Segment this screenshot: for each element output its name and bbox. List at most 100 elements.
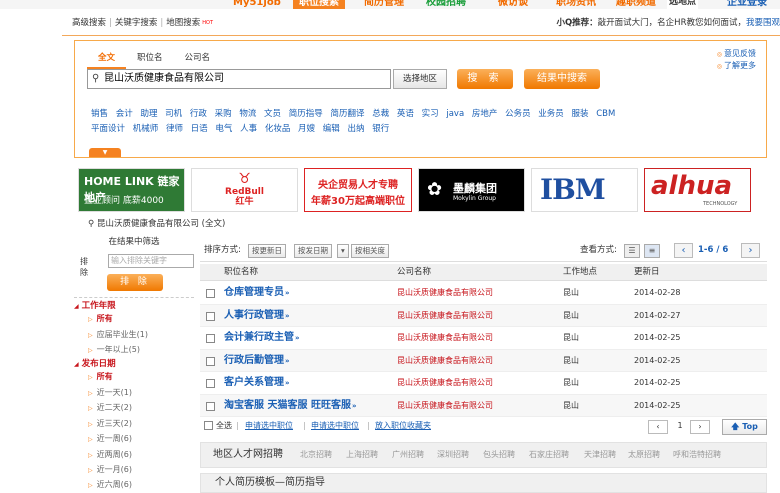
exclude-input[interactable]: 输入排除关键字 bbox=[108, 254, 194, 268]
select-all-label[interactable]: 全选 bbox=[216, 418, 232, 434]
keyword-link[interactable]: 房地产 bbox=[472, 109, 498, 119]
row-checkbox[interactable] bbox=[206, 289, 215, 298]
page-number-input[interactable]: 1 bbox=[670, 420, 690, 434]
filter-item[interactable]: 近两周(6) bbox=[88, 449, 132, 462]
filter-item[interactable]: 所有 bbox=[88, 313, 113, 326]
keyword-link[interactable]: 月嫂 bbox=[298, 124, 315, 134]
feedback-link[interactable]: 意见反馈 bbox=[717, 48, 756, 60]
sort-by-relevance-button[interactable]: 按相关度 bbox=[351, 244, 389, 258]
nav-company-login[interactable]: 企业登录 bbox=[727, 0, 767, 9]
keyword-link[interactable]: 物流 bbox=[239, 109, 256, 119]
sort-direction-icon[interactable]: ▾ bbox=[337, 244, 349, 258]
filter-group-post-date[interactable]: 发布日期 bbox=[74, 358, 116, 371]
keyword-link[interactable]: 编辑 bbox=[323, 124, 340, 134]
filter-item[interactable]: 近三天(2) bbox=[88, 418, 132, 431]
keyword-link[interactable]: 业务员 bbox=[538, 109, 564, 119]
tab-company-name[interactable]: 公司名 bbox=[174, 49, 222, 67]
apply-selected-link[interactable]: 申请选中职位 bbox=[245, 418, 293, 434]
search-in-results-button[interactable]: 结果中搜索 bbox=[524, 69, 600, 89]
company-link[interactable]: 昆山沃质健康食品有限公司 bbox=[397, 305, 493, 327]
search-input[interactable]: ⚲ 昆山沃质健康食品有限公司 bbox=[87, 69, 391, 89]
nav-career-news[interactable]: 职场资讯 bbox=[556, 0, 596, 9]
banner-homelink[interactable]: HOME LINK 链家地产 置业顾问 底薪4000 bbox=[78, 168, 185, 212]
nav-resume[interactable]: 简历管理 bbox=[364, 0, 404, 9]
learn-more-link[interactable]: 了解更多 bbox=[717, 60, 756, 72]
filter-item[interactable]: 近六周(6) bbox=[88, 479, 132, 492]
tab-map-search[interactable]: 地图搜索 bbox=[166, 12, 200, 34]
tab-job-name[interactable]: 职位名 bbox=[126, 49, 174, 67]
city-link[interactable]: 包头招聘 bbox=[483, 443, 515, 467]
tab-advanced-search[interactable]: 高级搜索 bbox=[72, 12, 106, 34]
keyword-link[interactable]: 会计 bbox=[116, 109, 133, 119]
banner-ibm[interactable]: IBM bbox=[531, 168, 638, 212]
nav-interview[interactable]: 微访谈 bbox=[498, 0, 528, 9]
keyword-link[interactable]: CBM bbox=[596, 109, 615, 119]
keyword-link[interactable]: 销售 bbox=[91, 109, 108, 119]
filter-item[interactable]: 近一月(6) bbox=[88, 464, 132, 477]
keyword-link[interactable]: 人事 bbox=[240, 124, 257, 134]
city-link[interactable]: 广州招聘 bbox=[392, 443, 424, 467]
keyword-link[interactable]: 英语 bbox=[397, 109, 414, 119]
resume-guide-bar[interactable]: 个人简历模板—简历指导 bbox=[200, 473, 767, 493]
row-checkbox[interactable] bbox=[206, 356, 215, 366]
prev-page-icon[interactable]: ‹ bbox=[648, 420, 668, 434]
keyword-link[interactable]: 简历指导 bbox=[289, 109, 323, 119]
job-title-link[interactable]: 行政后勤管理 bbox=[224, 350, 290, 372]
exclude-button[interactable]: 排 除 bbox=[107, 274, 163, 291]
nav-campus[interactable]: 校园招聘 bbox=[426, 0, 466, 9]
job-title-link[interactable]: 淘宝客服 天猫客服 旺旺客服 bbox=[224, 395, 357, 417]
row-checkbox[interactable] bbox=[206, 379, 215, 388]
job-title-link[interactable]: 人事行政管理 bbox=[224, 305, 290, 327]
filter-group-work-years[interactable]: 工作年限 bbox=[74, 300, 116, 313]
company-link[interactable]: 昆山沃质健康食品有限公司 bbox=[397, 327, 493, 349]
nav-fun-channel[interactable]: 趣职频道 bbox=[616, 0, 656, 9]
filter-item[interactable]: 一年以上(5) bbox=[88, 344, 140, 357]
tab-keyword-search[interactable]: 关键字搜索 bbox=[115, 12, 158, 34]
keyword-link[interactable]: 实习 bbox=[422, 109, 439, 119]
detail-view-icon[interactable]: ≡ bbox=[644, 244, 660, 258]
keyword-link[interactable]: 日语 bbox=[191, 124, 208, 134]
row-checkbox[interactable] bbox=[206, 311, 215, 321]
keyword-link[interactable]: 行政 bbox=[190, 109, 207, 119]
city-link[interactable]: 太原招聘 bbox=[628, 443, 660, 467]
city-link[interactable]: 天津招聘 bbox=[584, 443, 616, 467]
job-title-link[interactable]: 客户关系管理 bbox=[224, 372, 290, 394]
banner-central-trade[interactable]: 央企贸易人才专聘 年薪30万起高端职位 bbox=[304, 168, 412, 212]
keyword-link[interactable]: 采购 bbox=[215, 109, 232, 119]
back-to-top-button[interactable]: 🡅 Top bbox=[722, 419, 767, 435]
add-to-favorites-link[interactable]: 放入职位收藏夹 bbox=[375, 418, 431, 434]
search-button[interactable]: 搜 索 bbox=[457, 69, 513, 89]
keyword-link[interactable]: 机械师 bbox=[133, 124, 159, 134]
next-page-icon[interactable]: › bbox=[690, 420, 710, 434]
city-link[interactable]: 北京招聘 bbox=[300, 443, 332, 467]
city-link[interactable]: 深圳招聘 bbox=[437, 443, 469, 467]
keyword-link[interactable]: 司机 bbox=[165, 109, 182, 119]
filter-item[interactable]: 应届毕业生(1) bbox=[88, 329, 148, 342]
company-link[interactable]: 昆山沃质健康食品有限公司 bbox=[397, 350, 493, 372]
row-checkbox[interactable] bbox=[206, 401, 215, 411]
company-link[interactable]: 昆山沃质健康食品有限公司 bbox=[397, 282, 493, 304]
nav-choose-location[interactable]: 选地点 bbox=[667, 0, 699, 9]
keyword-link[interactable]: 简历翻译 bbox=[330, 109, 364, 119]
keyword-link[interactable]: java bbox=[446, 109, 464, 119]
keyword-link[interactable]: 总裁 bbox=[372, 109, 389, 119]
keyword-link[interactable]: 助理 bbox=[140, 109, 157, 119]
choose-area-button[interactable]: 选择地区 bbox=[393, 69, 447, 89]
keyword-link[interactable]: 文员 bbox=[264, 109, 281, 119]
city-link[interactable]: 石家庄招聘 bbox=[529, 443, 569, 467]
keyword-link[interactable]: 公务员 bbox=[505, 109, 531, 119]
keyword-link[interactable]: 化妆品 bbox=[265, 124, 291, 134]
row-checkbox[interactable] bbox=[206, 334, 215, 343]
keyword-link[interactable]: 律师 bbox=[166, 124, 183, 134]
select-all-checkbox[interactable] bbox=[204, 421, 213, 430]
keyword-link[interactable]: 服装 bbox=[572, 109, 589, 119]
keyword-link[interactable]: 电气 bbox=[215, 124, 232, 134]
company-link[interactable]: 昆山沃质健康食品有限公司 bbox=[397, 372, 493, 394]
city-link[interactable]: 呼和浩特招聘 bbox=[673, 443, 721, 467]
job-title-link[interactable]: 会计兼行政主管 bbox=[224, 327, 300, 349]
filter-item[interactable]: 所有 bbox=[88, 371, 113, 384]
filter-item[interactable]: 近一周(6) bbox=[88, 433, 132, 446]
nav-my51job[interactable]: My51job bbox=[233, 0, 281, 9]
sort-by-post-date-button[interactable]: 按发日期 bbox=[294, 244, 332, 258]
company-link[interactable]: 昆山沃质健康食品有限公司 bbox=[397, 395, 493, 417]
